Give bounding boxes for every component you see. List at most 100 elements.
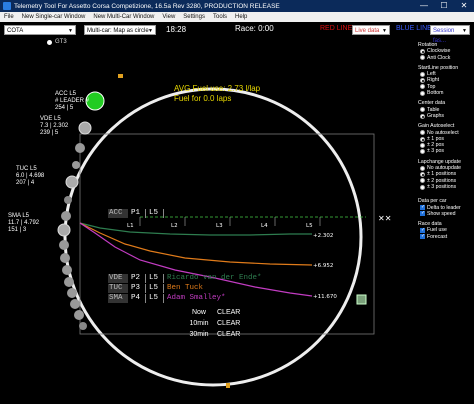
checkbox-icon — [420, 227, 425, 233]
gap-row-tuc[interactable]: TUC P3 L5 Ben Tuck — [108, 284, 203, 293]
chevron-down-icon: ▼ — [462, 28, 467, 34]
gap-row-sma[interactable]: SMA P4 L5 Adam Smalley* — [108, 294, 226, 303]
forecast-row: Now CLEAR — [181, 307, 257, 318]
car-dot[interactable] — [78, 121, 92, 135]
car-dot[interactable] — [72, 161, 80, 169]
driver-position: P2 — [128, 274, 146, 283]
option-label: ± 3 pos — [427, 148, 444, 155]
blue-line-label: BLUE LINE — [396, 25, 432, 32]
track-select-value: COTA — [7, 28, 24, 34]
driver-lap: L5 — [146, 284, 164, 293]
close-button[interactable]: ✕ — [454, 0, 474, 12]
driver-position: P3 — [128, 284, 146, 293]
option-gain-3[interactable]: ± 3 pos — [418, 148, 474, 154]
lap-tick-label: L3 — [216, 223, 223, 229]
chevron-down-icon: ▼ — [148, 28, 153, 34]
session-time: 18:28 — [166, 25, 187, 34]
driver-code: SMA — [108, 294, 128, 303]
fuel-laps: Fuel for 0.0 laps — [174, 94, 232, 103]
menu-settings[interactable]: Settings — [179, 14, 209, 20]
menu-help[interactable]: Help — [231, 14, 251, 20]
car-dot[interactable] — [75, 143, 85, 153]
option-label: Anti Clock — [427, 54, 451, 61]
gap-value-tuc: +6.952 — [313, 263, 333, 269]
option-label: Bottom — [427, 90, 444, 97]
car-dot[interactable] — [57, 223, 71, 237]
car-tag-acc: ACC L5 # LEADER # 254 | 5 — [55, 91, 90, 111]
red-line-label: RED LINE — [320, 25, 353, 32]
menu-new-multi-car-window[interactable]: New Multi-Car Window — [89, 14, 158, 20]
option-lapchange-3[interactable]: ± 3 positions — [418, 184, 474, 190]
car-dot[interactable] — [64, 196, 72, 204]
driver-name: Ricardo van der Ende* — [167, 274, 262, 282]
fuel-average: AVG Fuel use: 2.73 l/lap — [174, 84, 261, 93]
car-tag-tuc: TUC L5 6.0 | 4.698 207 | 4 — [16, 166, 45, 186]
driver-lap: L5 — [146, 209, 164, 218]
option-anti-clock[interactable]: Anti Clock — [418, 55, 474, 61]
radio-icon — [420, 113, 425, 119]
checkbox-icon — [420, 204, 425, 210]
session-select[interactable]: Session fas... ▼ — [430, 25, 470, 44]
track-marker — [226, 383, 230, 388]
menu-tools[interactable]: Tools — [209, 14, 231, 20]
car-dot[interactable] — [65, 175, 79, 189]
option-bottom[interactable]: Bottom — [418, 90, 474, 96]
live-data-select[interactable]: Live data ▼ — [352, 25, 390, 35]
car-dot[interactable] — [67, 288, 77, 298]
forecast-label: 10min — [189, 320, 209, 327]
menu-bar: File New Single-car Window New Multi-Car… — [0, 12, 474, 22]
car-marker-square — [356, 294, 367, 305]
forecast-label: 30min — [189, 331, 209, 338]
driver-code: ACC — [108, 209, 128, 218]
mode-select-value: Multi-car: Map as circle — [87, 28, 149, 34]
car-dot[interactable] — [59, 240, 69, 250]
lap-tick-label: L1 — [127, 223, 134, 229]
radio-icon — [420, 184, 425, 190]
race-time: Race: 0:00 — [235, 24, 274, 33]
radio-icon — [420, 84, 425, 90]
radio-icon — [420, 149, 425, 155]
track-select[interactable]: COTA ▼ — [4, 25, 76, 35]
option-graphs[interactable]: Graphs — [418, 113, 474, 119]
radio-icon — [420, 48, 425, 54]
gap-row-leader[interactable]: ACC P1 L5 — [108, 209, 164, 218]
forecast-value: CLEAR — [217, 331, 241, 338]
menu-new-single-car-window[interactable]: New Single-car Window — [18, 14, 90, 20]
forecast-value: CLEAR — [217, 320, 241, 327]
car-tag-sma: SMA L5 11.7 | 4.792 151 | 3 — [8, 213, 40, 233]
driver-name: Ben Tuck — [167, 284, 204, 292]
option-label: Graphs — [427, 112, 445, 119]
minimize-button[interactable]: — — [414, 0, 434, 12]
checkbox-icon — [420, 210, 425, 217]
option-label: Show speed — [427, 210, 456, 217]
maximize-button[interactable]: ☐ — [434, 0, 454, 12]
driver-lap: L5 — [146, 294, 164, 303]
lap-tick-label: L5 — [306, 223, 313, 229]
car-dot[interactable] — [70, 299, 80, 309]
car-dot[interactable] — [60, 253, 70, 263]
checkbox-show-speed[interactable]: Show speed — [418, 210, 474, 217]
radio-icon — [420, 178, 425, 184]
radio-icon — [420, 171, 425, 177]
car-dot[interactable] — [74, 310, 84, 320]
radio-icon — [420, 165, 425, 171]
car-tag-vde: VDE L5 7.3 | 2.302 239 | 5 — [40, 116, 69, 136]
menu-file[interactable]: File — [0, 14, 18, 20]
radio-icon — [420, 130, 425, 136]
car-dot[interactable] — [64, 277, 74, 287]
menu-view[interactable]: View — [158, 14, 179, 20]
gap-value-vde: +2.302 — [313, 233, 333, 239]
checkbox-forecast[interactable]: Forecast — [418, 233, 474, 240]
car-dot[interactable] — [79, 322, 87, 330]
car-dot[interactable] — [61, 211, 71, 221]
radio-icon — [420, 71, 425, 77]
start-finish-icon: ✕✕ — [378, 214, 391, 223]
forecast-row: 30min CLEAR — [181, 329, 257, 340]
gap-row-vde[interactable]: VDE P2 L5 Ricardo van der Ende* — [108, 274, 262, 283]
mode-select[interactable]: Multi-car: Map as circle ▼ — [84, 25, 156, 35]
driver-name: Adam Smalley* — [167, 294, 226, 302]
car-dot[interactable] — [62, 265, 72, 275]
checkbox-icon — [420, 233, 425, 240]
radio-icon — [420, 55, 425, 61]
forecast-label: Now — [191, 309, 206, 316]
